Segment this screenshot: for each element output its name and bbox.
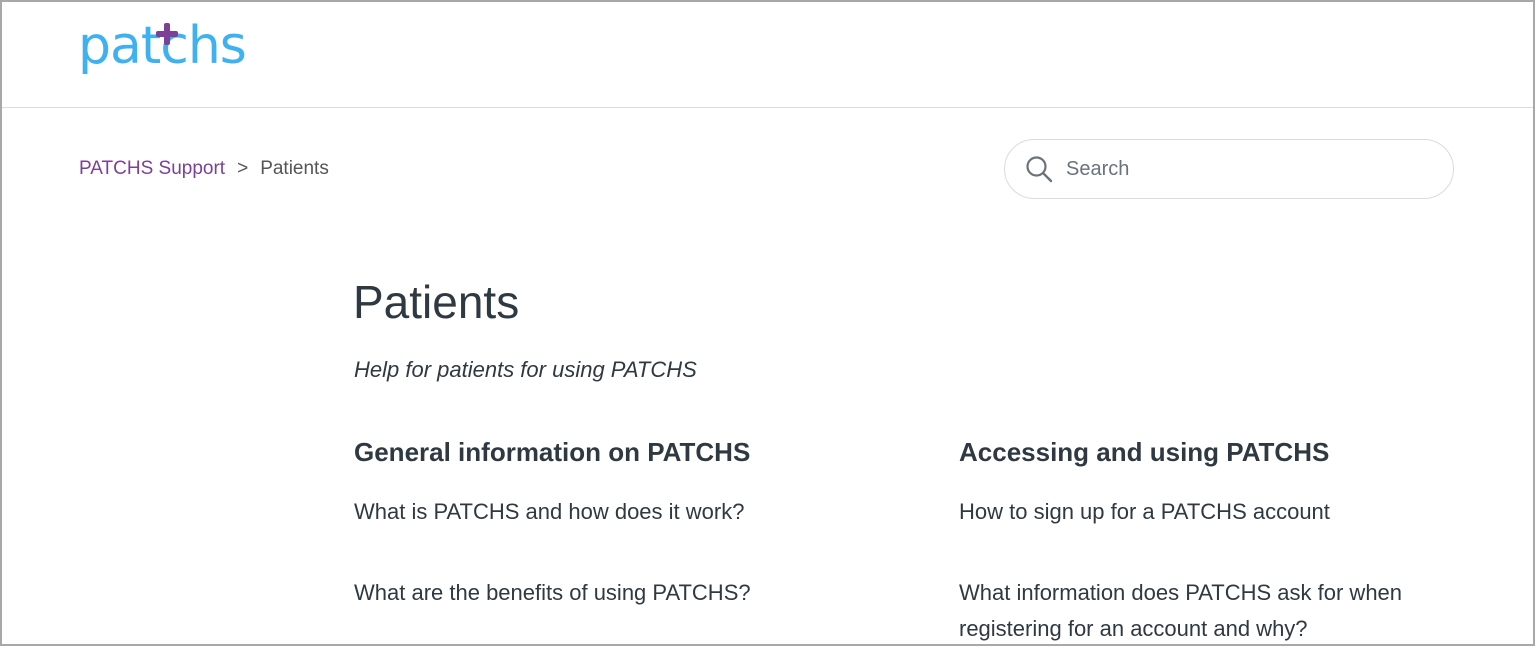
page-description: Help for patients for using PATCHS — [354, 357, 697, 382]
article-link-what-is-patchs[interactable]: What is PATCHS and how does it work? — [354, 499, 744, 524]
list-item: How to sign up for a PATCHS account — [959, 494, 1459, 530]
logo-plus-icon — [156, 23, 178, 45]
article-link-registration-info[interactable]: What information does PATCHS ask for whe… — [959, 580, 1402, 641]
list-item: What is PATCHS and how does it work? — [354, 494, 874, 530]
search-icon — [1026, 156, 1053, 183]
patchs-logo[interactable]: patchs — [78, 16, 278, 86]
section-accessing-and-using: Accessing and using PATCHS How to sign u… — [959, 436, 1459, 641]
section-title: Accessing and using PATCHS — [959, 437, 1330, 467]
breadcrumb-separator: > — [237, 158, 249, 179]
section-general-information: General information on PATCHS What is PA… — [354, 436, 874, 605]
site-header: patchs — [2, 2, 1533, 108]
list-item: What information does PATCHS ask for whe… — [959, 575, 1459, 647]
list-item: What are the benefits of using PATCHS? — [354, 575, 874, 611]
article-link-benefits[interactable]: What are the benefits of using PATCHS? — [354, 580, 751, 605]
search-input[interactable] — [1066, 157, 1426, 181]
page-title: Patients — [353, 276, 520, 328]
article-link-sign-up[interactable]: How to sign up for a PATCHS account — [959, 499, 1330, 524]
search-box[interactable] — [1004, 139, 1454, 199]
breadcrumb-link-support[interactable]: PATCHS Support — [79, 157, 225, 181]
section-title: General information on PATCHS — [354, 437, 751, 467]
breadcrumb: PATCHS Support > Patients — [79, 157, 329, 181]
breadcrumb-current: Patients — [260, 158, 329, 179]
